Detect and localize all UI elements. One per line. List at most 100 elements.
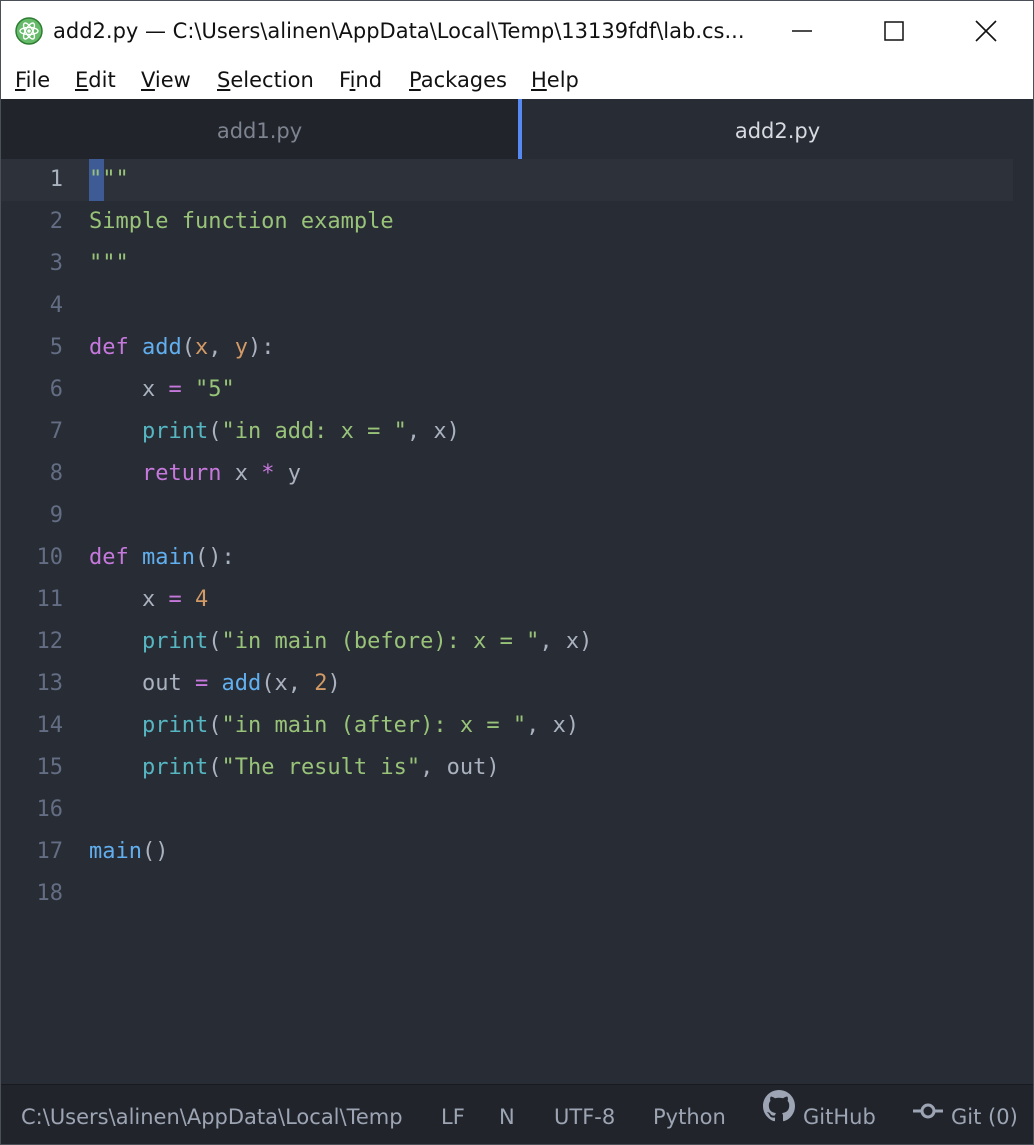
menu-file[interactable]: File (15, 61, 50, 99)
menu-find[interactable]: Find (339, 61, 382, 99)
menu-selection[interactable]: Selection (217, 61, 314, 99)
code-text[interactable]: print("in main (before): x = ", x) (89, 621, 592, 663)
menu-edit[interactable]: Edit (75, 61, 116, 99)
code-token: * (261, 461, 275, 486)
title-bar[interactable]: add2.py — C:\Users\alinen\AppData\Local\… (1, 1, 1033, 61)
code-token: main (89, 839, 142, 864)
close-button[interactable] (940, 1, 1032, 61)
code-text[interactable]: """ (89, 159, 129, 201)
code-line[interactable]: 18 (1, 873, 1013, 915)
code-text[interactable]: main() (89, 831, 168, 873)
code-line[interactable]: 10 def main(): (1, 537, 1013, 579)
code-token: "in main (after): x = " (221, 713, 527, 738)
line-number[interactable]: 13 (1, 663, 64, 705)
status-encoding[interactable]: UTF-8 (554, 1085, 615, 1144)
code-line[interactable]: 17 main() (1, 831, 1013, 873)
maximize-icon (884, 21, 904, 41)
code-token: ( (181, 335, 195, 360)
line-number[interactable]: 2 (1, 201, 63, 243)
code-text[interactable]: out = add(x, 2) (89, 663, 341, 705)
status-git-button[interactable]: Git (0) (913, 1085, 1018, 1144)
code-token: add (142, 335, 182, 360)
line-number[interactable]: 10 (1, 537, 64, 579)
code-token: "5" (194, 377, 235, 402)
code-line[interactable]: 4 (1, 285, 1013, 327)
tab-add1[interactable]: add1.py (1, 99, 518, 159)
line-number[interactable]: 17 (1, 831, 64, 873)
code-text[interactable]: Simple function example (89, 201, 394, 243)
line-number[interactable]: 16 (1, 789, 64, 831)
code-text[interactable]: return x * y (89, 453, 301, 495)
code-line[interactable]: 12 print("in main (before): x = ", x) (1, 621, 1013, 663)
code-token: ( (208, 419, 222, 444)
code-token: () (141, 839, 169, 864)
status-file-path[interactable]: C:\Users\alinen\AppData\Local\Temp (21, 1085, 405, 1144)
code-token: , (208, 335, 235, 360)
code-line[interactable]: 15 print("The result is", out) (1, 747, 1013, 789)
code-line[interactable]: 1 """ (1, 159, 1013, 201)
code-line[interactable]: 14 print("in main (after): x = ", x) (1, 705, 1013, 747)
code-line[interactable]: 11 x = 4 (1, 579, 1013, 621)
code-line[interactable]: 3 """ (1, 243, 1013, 285)
menu-view[interactable]: View (141, 61, 191, 99)
status-grammar[interactable]: Python (653, 1085, 726, 1144)
line-number[interactable]: 15 (1, 747, 64, 789)
line-number[interactable]: 5 (1, 327, 63, 369)
code-token: = (194, 671, 209, 696)
tab-add2[interactable]: add2.py (518, 99, 1033, 159)
line-number[interactable]: 3 (1, 243, 63, 285)
code-line[interactable]: 2 Simple function example (1, 201, 1013, 243)
menu-packages[interactable]: Packages (409, 61, 507, 99)
line-number[interactable]: 6 (1, 369, 63, 411)
line-number[interactable]: 12 (1, 621, 64, 663)
code-token: print (141, 629, 209, 654)
line-number[interactable]: 9 (1, 495, 63, 537)
code-token: y (274, 461, 301, 486)
maximize-button[interactable] (848, 1, 940, 61)
code-text[interactable]: def main(): (89, 537, 235, 579)
status-n[interactable]: N (499, 1085, 515, 1144)
code-line[interactable]: 8 return x * y (1, 453, 1013, 495)
line-number[interactable]: 1 (1, 159, 63, 201)
code-text[interactable]: x = 4 (89, 579, 208, 621)
code-text[interactable]: """ (89, 243, 129, 285)
code-text[interactable]: print("in main (after): x = ", x) (89, 705, 579, 747)
code-token: x (89, 587, 169, 612)
line-number[interactable]: 11 (1, 579, 64, 621)
code-line[interactable]: 6 x = "5" (1, 369, 1013, 411)
code-line[interactable]: 13 out = add(x, 2) (1, 663, 1013, 705)
code-token: out (89, 671, 195, 696)
code-token: (x, (261, 671, 315, 696)
code-text[interactable]: def add(x, y): (89, 327, 275, 369)
code-text[interactable]: print("in add: x = ", x) (89, 411, 460, 453)
line-number[interactable]: 18 (1, 873, 64, 915)
minimize-button[interactable] (756, 1, 848, 61)
code-text[interactable]: print("The result is", out) (89, 747, 500, 789)
code-line[interactable]: 5 def add(x, y): (1, 327, 1013, 369)
tab-bar: add1.py add2.py (1, 99, 1033, 159)
code-line[interactable]: 7 print("in add: x = ", x) (1, 411, 1013, 453)
line-number[interactable]: 8 (1, 453, 63, 495)
code-token: add (221, 671, 262, 696)
code-token: , out) (420, 755, 500, 780)
line-number[interactable]: 4 (1, 285, 63, 327)
status-line-ending[interactable]: LF (441, 1085, 465, 1144)
code-line[interactable]: 9 (1, 495, 1013, 537)
status-github-button[interactable]: GitHub (763, 1085, 876, 1144)
code-editor[interactable]: 1 """ 2 Simple function example 3 """ 4 5 def ad… (1, 159, 1033, 1084)
git-label: Git (0) (951, 1105, 1018, 1129)
code-token: ( (208, 713, 222, 738)
line-number[interactable]: 7 (1, 411, 63, 453)
code-token: "The result is" (221, 755, 421, 780)
menu-help[interactable]: Help (531, 61, 579, 99)
code-token: return (141, 461, 222, 486)
code-text[interactable]: x = "5" (89, 369, 235, 411)
line-number[interactable]: 14 (1, 705, 64, 747)
code-line[interactable]: 16 (1, 789, 1013, 831)
